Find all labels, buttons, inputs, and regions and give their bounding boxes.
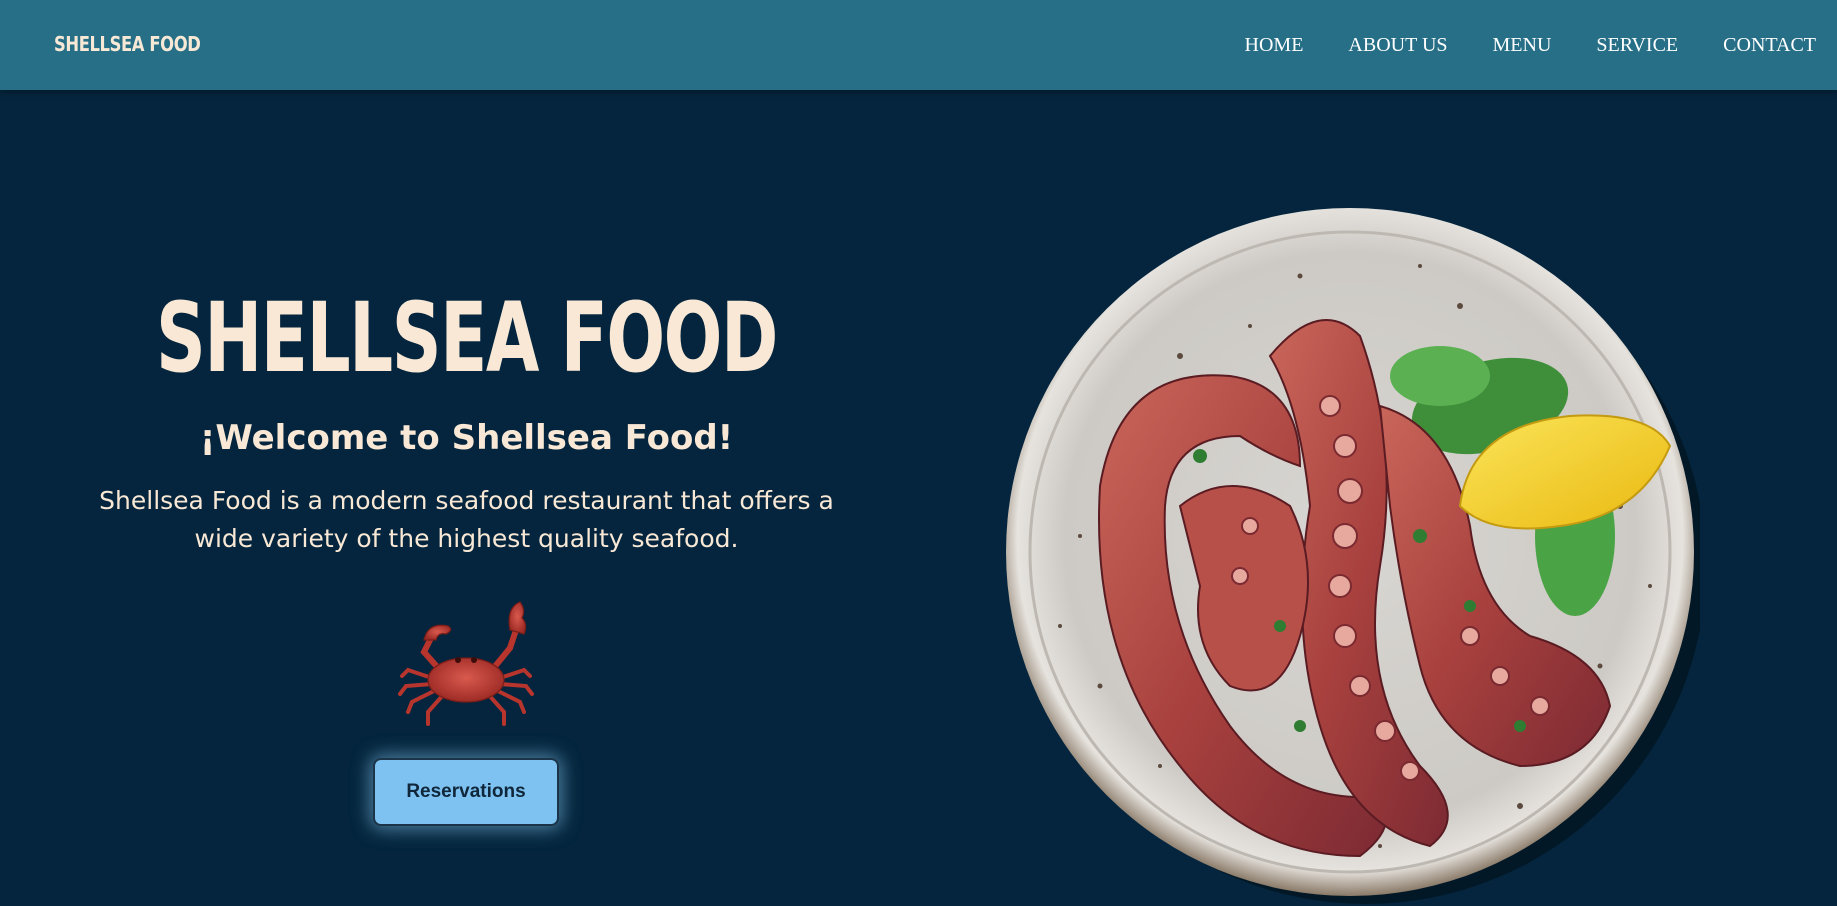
hero-subtitle: ¡Welcome to Shellsea Food! bbox=[199, 418, 734, 458]
grilled-octopus-plate-image bbox=[1006, 208, 1700, 904]
reservations-button[interactable]: Reservations bbox=[373, 758, 559, 826]
nav-link-contact[interactable]: CONTACT bbox=[1723, 34, 1816, 57]
navbar: SHELLSEA FOOD HOME ABOUT US MENU SERVICE… bbox=[0, 0, 1837, 90]
hero-title: SHELLSEA FOOD bbox=[156, 282, 778, 394]
site-logo[interactable]: SHELLSEA FOOD bbox=[54, 32, 201, 56]
hero-description: Shellsea Food is a modern seafood restau… bbox=[99, 486, 834, 553]
nav-link-service[interactable]: SERVICE bbox=[1596, 34, 1678, 57]
nav-link-about-us[interactable]: ABOUT US bbox=[1348, 34, 1447, 57]
nav-link-home[interactable]: HOME bbox=[1245, 34, 1304, 57]
crab-icon bbox=[398, 601, 534, 726]
nav-link-menu[interactable]: MENU bbox=[1493, 34, 1552, 57]
main-nav: HOME ABOUT US MENU SERVICE CONTACT bbox=[1200, 34, 1816, 57]
page: SHELLSEA FOOD HOME ABOUT US MENU SERVICE… bbox=[0, 0, 1837, 906]
